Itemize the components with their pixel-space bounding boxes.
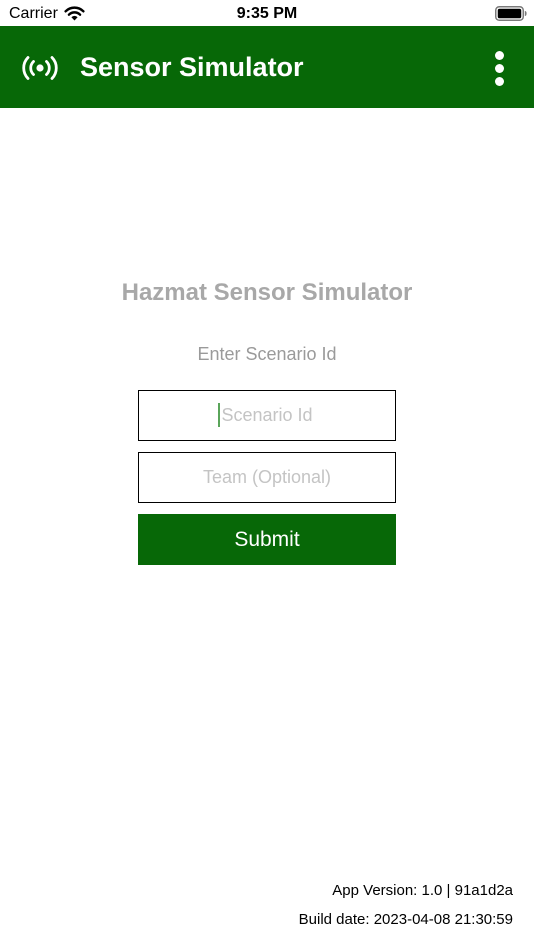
more-vertical-icon [495,51,504,60]
more-vertical-icon-dot [495,77,504,86]
status-time: 9:35 PM [236,5,298,22]
scenario-id-input[interactable] [138,390,396,441]
status-bar: Carrier 9:35 PM [0,0,534,26]
build-date-label: Build date: 2023-04-08 21:30:59 [298,911,513,928]
submit-button[interactable]: Submit [138,514,396,565]
broadcast-signal-icon [22,56,58,80]
form-instructions: Enter Scenario Id [197,344,337,364]
team-input[interactable] [138,452,396,503]
page-heading: Hazmat Sensor Simulator [121,279,413,306]
app-bar: Sensor Simulator [0,26,534,108]
app-title: Sensor Simulator [80,52,304,82]
text-cursor [218,403,220,427]
battery-full-icon [495,6,527,21]
more-vertical-icon-dot [495,64,504,73]
more-options-button[interactable] [492,50,508,86]
app-version-label: App Version: 1.0 | 91a1d2a [332,882,513,899]
